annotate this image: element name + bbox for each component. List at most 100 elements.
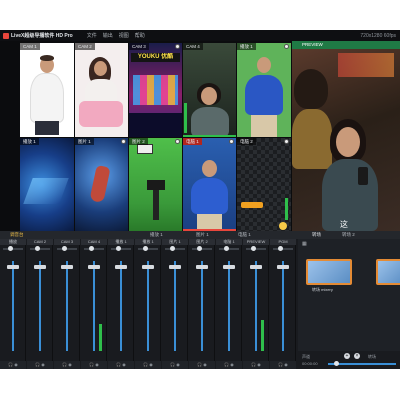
volume-fader-handle[interactable] <box>88 265 100 269</box>
mute-icon[interactable]: ◉ <box>176 362 180 367</box>
mute-icon[interactable]: ◉ <box>68 362 72 367</box>
volume-fader-track[interactable] <box>228 261 230 351</box>
mute-icon[interactable]: ◉ <box>284 362 288 367</box>
headphone-icon[interactable]: 🎧 <box>62 362 67 367</box>
source-settings-button[interactable] <box>284 44 289 49</box>
section-tab-bar: 调音台 播放 1 图片 1 电脑 1 转场 转场 2 <box>0 231 400 239</box>
source-tile-cam2[interactable]: CAM 2 <box>75 43 128 137</box>
camera-tripod <box>147 180 165 190</box>
strip-name: CAM 4 <box>81 239 107 245</box>
add-transition-button[interactable]: + <box>344 353 350 359</box>
strip-footer: 🎧 ◉ <box>135 361 161 369</box>
tab-mixer[interactable]: 调音台 <box>10 231 24 239</box>
pan-knob[interactable] <box>116 246 121 251</box>
tab-computer[interactable]: 电脑 1 <box>238 231 251 239</box>
volume-fader-track[interactable] <box>147 261 149 351</box>
source-settings-button[interactable] <box>175 44 180 49</box>
source-tile-computer2[interactable]: 电脑 2 <box>237 138 291 231</box>
headphone-icon[interactable]: 🎧 <box>8 362 13 367</box>
volume-fader-track[interactable] <box>282 261 284 351</box>
source-settings-button[interactable] <box>121 139 126 144</box>
source-tile-cam1[interactable]: CAM 1 <box>20 43 74 137</box>
tab-transitions-2[interactable]: 转场 2 <box>342 231 355 239</box>
tab-transitions[interactable]: 转场 <box>312 231 321 239</box>
volume-fader-handle[interactable] <box>223 265 235 269</box>
headphone-icon[interactable]: 🎧 <box>251 362 256 367</box>
menu-file[interactable]: 文件 <box>87 32 97 39</box>
menu-output[interactable]: 输出 <box>103 32 113 39</box>
source-tile-image1[interactable]: 图片 1 <box>75 138 128 231</box>
pink-chair <box>79 101 123 127</box>
volume-fader-handle[interactable] <box>115 265 127 269</box>
volume-fader-track[interactable] <box>93 261 95 351</box>
strip-footer: 🎧 ◉ <box>270 361 296 369</box>
headphone-icon[interactable]: 🎧 <box>89 362 94 367</box>
strip-name: 播放 1 <box>135 239 161 245</box>
volume-fader-handle[interactable] <box>169 265 181 269</box>
volume-fader-handle[interactable] <box>142 265 154 269</box>
volume-fader-handle[interactable] <box>61 265 73 269</box>
headphone-icon[interactable]: 🎧 <box>35 362 40 367</box>
headphone-icon[interactable]: 🎧 <box>170 362 175 367</box>
mixer-strip: 电脑 1 🎧 ◉ <box>216 239 242 369</box>
transition-thumb-2[interactable] <box>376 259 400 285</box>
transition-slider-handle[interactable] <box>334 361 339 366</box>
pan-knob[interactable] <box>89 246 94 251</box>
mute-icon[interactable]: ◉ <box>230 362 234 367</box>
livex-app-window: LiveX超级导播软件 HD Pro 文件 输出 视图 帮助 720x1280 … <box>0 30 400 369</box>
person-body <box>191 107 229 137</box>
pan-knob[interactable] <box>251 246 256 251</box>
volume-fader-handle[interactable] <box>196 265 208 269</box>
volume-fader-handle[interactable] <box>34 265 46 269</box>
volume-fader-handle[interactable] <box>277 265 289 269</box>
source-settings-button[interactable] <box>175 139 180 144</box>
pan-knob[interactable] <box>35 246 40 251</box>
headphone-icon[interactable]: 🎧 <box>116 362 121 367</box>
mute-icon[interactable]: ◉ <box>257 362 261 367</box>
pan-knob[interactable] <box>197 246 202 251</box>
mute-icon[interactable]: ◉ <box>41 362 45 367</box>
tab-image[interactable]: 图片 1 <box>196 231 209 239</box>
mute-icon[interactable]: ◉ <box>122 362 126 367</box>
source-tile-cam3[interactable]: YOUKU 优酷 CAM 3 <box>129 43 182 137</box>
headphone-icon[interactable]: 🎧 <box>143 362 148 367</box>
menu-view[interactable]: 视图 <box>119 32 129 39</box>
source-tile-computer1[interactable]: 电脑 1 <box>183 138 236 231</box>
headphone-icon[interactable]: 🎧 <box>197 362 202 367</box>
mute-icon[interactable]: ◉ <box>95 362 99 367</box>
source-tile-image2[interactable]: 图片 2 <box>129 138 182 231</box>
source-settings-button[interactable] <box>229 139 234 144</box>
volume-fader-track[interactable] <box>39 261 41 351</box>
source-tile-player1b[interactable]: 播放 1 <box>20 138 74 231</box>
source-tile-cam4[interactable]: CAM 4 <box>183 43 236 137</box>
pan-knob[interactable] <box>143 246 148 251</box>
transition-thumb-1[interactable] <box>306 259 352 285</box>
source-tile-player1[interactable]: 播放 1 <box>237 43 291 137</box>
remove-transition-button[interactable]: × <box>354 353 360 359</box>
source-settings-button[interactable] <box>284 139 289 144</box>
volume-fader-track[interactable] <box>66 261 68 351</box>
transition-grid-icon[interactable]: ▦ <box>302 241 307 247</box>
mute-icon[interactable]: ◉ <box>203 362 207 367</box>
pan-knob[interactable] <box>170 246 175 251</box>
pan-knob[interactable] <box>224 246 229 251</box>
pan-knob[interactable] <box>62 246 67 251</box>
mute-icon[interactable]: ◉ <box>149 362 153 367</box>
pan-track <box>30 248 50 250</box>
mixer-strip: 播放 1 🎧 ◉ <box>135 239 161 369</box>
volume-fader-track[interactable] <box>201 261 203 351</box>
menu-help[interactable]: 帮助 <box>135 32 145 39</box>
volume-fader-track[interactable] <box>120 261 122 351</box>
volume-fader-handle[interactable] <box>7 265 19 269</box>
headphone-icon[interactable]: 🎧 <box>224 362 229 367</box>
pan-knob[interactable] <box>8 246 13 251</box>
headphone-icon[interactable]: 🎧 <box>278 362 283 367</box>
volume-fader-track[interactable] <box>12 261 14 351</box>
tab-player[interactable]: 播放 1 <box>150 231 163 239</box>
volume-fader-handle[interactable] <box>250 265 262 269</box>
mute-icon[interactable]: ◉ <box>14 362 18 367</box>
pan-knob[interactable] <box>278 246 283 251</box>
volume-fader-track[interactable] <box>255 261 257 351</box>
volume-fader-track[interactable] <box>174 261 176 351</box>
pan-track <box>3 248 23 250</box>
